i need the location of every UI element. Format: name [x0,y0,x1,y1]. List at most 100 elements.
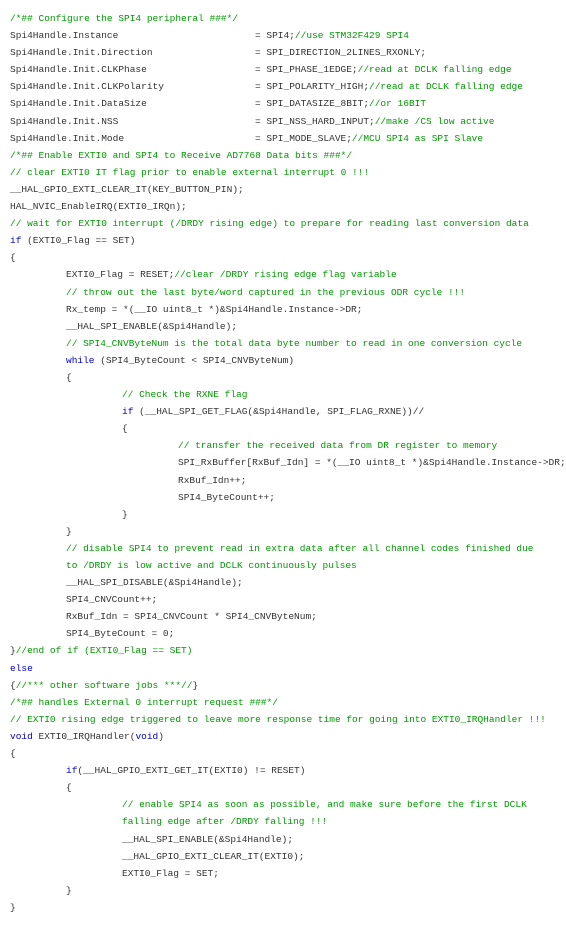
comment-text: /*## handles External 0 interrupt reques… [10,697,278,708]
code-text: __HAL_GPIO_EXTI_CLEAR_IT(KEY_BUTTON_PIN)… [10,184,244,195]
code-text: } [192,680,198,691]
comment-text: // EXTI0 rising edge triggered to leave … [10,714,546,725]
code-block: /*## Configure the SPI4 peripheral ###*/… [10,10,556,916]
comment-text: // enable SPI4 as soon as possible, and … [122,799,532,827]
comment-text: //read at DCLK falling edge [369,81,523,92]
code-text: SPI4_ByteCount++; [178,492,275,503]
code-text: (__HAL_SPI_GET_FLAG(&Spi4Handle, SPI_FLA… [139,406,424,417]
code-text: Spi4Handle.Init.DataSize [10,95,255,112]
code-text: = SPI_PHASE_1EDGE; [255,64,358,75]
code-line: { [10,745,556,762]
code-line: { [10,420,556,437]
code-text: = SPI_DIRECTION_2LINES_RXONLY; [255,47,426,58]
code-line: } [10,882,556,899]
code-line: // transfer the received data from DR re… [10,437,556,454]
comment-text: /*## Configure the SPI4 peripheral ###*/ [10,13,238,24]
comment-text: // SPI4_CNVByteNum is the total data byt… [66,338,522,349]
code-line: if (__HAL_SPI_GET_FLAG(&Spi4Handle, SPI_… [10,403,556,420]
keyword-text: while [66,355,100,366]
code-line: // SPI4_CNVByteNum is the total data byt… [10,335,556,352]
code-text: RxBuf_Idn = SPI4_CNVCount * SPI4_CNVByte… [66,611,317,622]
comment-text: //read at DCLK falling edge [358,64,512,75]
code-line: // clear EXTI0 IT flag prior to enable e… [10,164,556,181]
comment-text: // disable SPI4 to prevent read in extra… [66,543,539,571]
code-line: // wait for EXTI0 interrupt (/DRDY risin… [10,215,556,232]
code-line: // EXTI0 rising edge triggered to leave … [10,711,556,728]
code-text: = SPI_MODE_SLAVE; [255,133,352,144]
code-line: /*## Enable EXTI0 and SPI4 to Receive AD… [10,147,556,164]
code-line: // Check the RXNE flag [10,386,556,403]
code-text: Spi4Handle.Init.NSS [10,113,255,130]
code-line: } [10,506,556,523]
comment-text: //MCU SPI4 as SPI Slave [352,133,483,144]
code-text: SPI4_ByteCount = 0; [66,628,174,639]
code-line: __HAL_SPI_DISABLE(&Spi4Handle); [10,574,556,591]
code-line: /*## Configure the SPI4 peripheral ###*/ [10,10,556,27]
code-line: EXTI0_Flag = RESET;//clear /DRDY rising … [10,266,556,283]
comment-text: // Check the RXNE flag [122,389,247,400]
code-line: SPI_RxBuffer[RxBuf_Idn] = *(__IO uint8_t… [10,454,556,471]
code-line: }//end of if (EXTI0_Flag == SET) [10,642,556,659]
code-line: // enable SPI4 as soon as possible, and … [10,796,556,830]
code-text: { [66,372,72,383]
code-line: EXTI0_Flag = SET; [10,865,556,882]
code-line: Spi4Handle.Init.DataSize= SPI_DATASIZE_8… [10,95,556,112]
code-text: SPI_RxBuffer[RxBuf_Idn] = *(__IO uint8_t… [178,457,566,468]
comment-text: //or 16BIT [369,98,426,109]
code-text: Spi4Handle.Init.Direction [10,44,255,61]
comment-text: // wait for EXTI0 interrupt (/DRDY risin… [10,218,529,229]
code-line: SPI4_ByteCount = 0; [10,625,556,642]
code-line: Spi4Handle.Init.CLKPolarity= SPI_POLARIT… [10,78,556,95]
code-line: Spi4Handle.Init.NSS= SPI_NSS_HARD_INPUT;… [10,113,556,130]
code-text: RxBuf_Idn++; [178,475,246,486]
code-line: Spi4Handle.Init.CLKPhase= SPI_PHASE_1EDG… [10,61,556,78]
code-text: } [66,526,72,537]
code-text: __HAL_GPIO_EXTI_CLEAR_IT(EXTI0); [122,851,304,862]
code-line: // throw out the last byte/word captured… [10,284,556,301]
code-text: { [122,423,128,434]
code-line: else [10,660,556,677]
code-text: Spi4Handle.Init.Mode [10,130,255,147]
code-text: Spi4Handle.Init.CLKPhase [10,61,255,78]
code-text: __HAL_SPI_ENABLE(&Spi4Handle); [122,834,293,845]
code-line: __HAL_SPI_ENABLE(&Spi4Handle); [10,831,556,848]
code-line: HAL_NVIC_EnableIRQ(EXTI0_IRQn); [10,198,556,215]
code-text: { [10,252,16,263]
code-line: {//*** other software jobs ***//} [10,677,556,694]
code-line: __HAL_GPIO_EXTI_CLEAR_IT(EXTI0); [10,848,556,865]
code-line: while (SPI4_ByteCount < SPI4_CNVByteNum) [10,352,556,369]
comment-text: /*## Enable EXTI0 and SPI4 to Receive AD… [10,150,352,161]
code-text: SPI4_CNVCount++; [66,594,157,605]
keyword-text: void [135,731,158,742]
code-text: } [66,885,72,896]
code-line: __HAL_GPIO_EXTI_CLEAR_IT(KEY_BUTTON_PIN)… [10,181,556,198]
comment-text: //end of if (EXTI0_Flag == SET) [16,645,193,656]
code-line: Spi4Handle.Init.Mode= SPI_MODE_SLAVE;//M… [10,130,556,147]
comment-text: // clear EXTI0 IT flag prior to enable e… [10,167,369,178]
code-text: { [66,782,72,793]
code-line: if(__HAL_GPIO_EXTI_GET_IT(EXTI0) != RESE… [10,762,556,779]
code-text: = SPI4; [255,30,295,41]
code-line: RxBuf_Idn++; [10,472,556,489]
code-line: Spi4Handle.Instance= SPI4;//use STM32F42… [10,27,556,44]
code-line: } [10,523,556,540]
code-text: (EXTI0_Flag == SET) [27,235,135,246]
comment-text: //*** other software jobs ***// [16,680,193,691]
code-text: __HAL_SPI_DISABLE(&Spi4Handle); [66,577,243,588]
keyword-text: void [10,731,39,742]
code-text: EXTI0_Flag = RESET; [66,269,174,280]
keyword-text: else [10,663,33,674]
comment-text: // throw out the last byte/word captured… [66,287,465,298]
code-text: ) [158,731,164,742]
code-line: if (EXTI0_Flag == SET) [10,232,556,249]
code-line: Spi4Handle.Init.Direction= SPI_DIRECTION… [10,44,556,61]
code-line: __HAL_SPI_ENABLE(&Spi4Handle); [10,318,556,335]
code-line: { [10,779,556,796]
keyword-text: if [66,765,77,776]
keyword-text: if [10,235,27,246]
code-line: void EXTI0_IRQHandler(void) [10,728,556,745]
code-line: // disable SPI4 to prevent read in extra… [10,540,546,574]
keyword-text: if [122,406,139,417]
code-text: = SPI_NSS_HARD_INPUT; [255,116,375,127]
code-line: } [10,899,556,916]
